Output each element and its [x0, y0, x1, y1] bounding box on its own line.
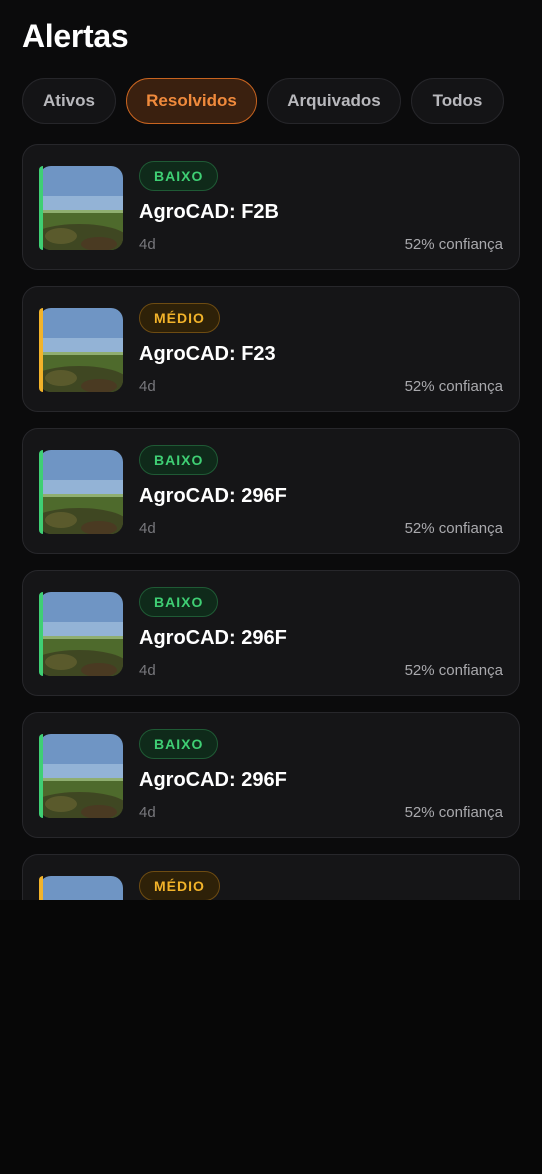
field-photo-icon	[39, 450, 123, 534]
field-photo-icon	[39, 592, 123, 676]
alert-card[interactable]: BAIXO AgroCAD: 296F 4d 52% confiança	[22, 428, 520, 554]
alert-thumbnail	[39, 166, 123, 250]
severity-accent-bar	[39, 734, 43, 818]
severity-accent-bar	[39, 876, 43, 900]
alert-thumbnail	[39, 734, 123, 818]
alert-age: 4d	[139, 662, 156, 679]
severity-badge: MÉDIO	[139, 871, 220, 900]
alert-age: 4d	[139, 520, 156, 537]
alert-title: AgroCAD: F2B	[139, 201, 279, 223]
tab-ativos[interactable]: Ativos	[22, 78, 116, 124]
tab-todos[interactable]: Todos	[411, 78, 504, 124]
alert-thumbnail	[39, 308, 123, 392]
severity-accent-bar	[39, 592, 43, 676]
tab-resolvidos[interactable]: Resolvidos	[126, 78, 257, 124]
alert-title: AgroCAD: 296F	[139, 485, 287, 507]
alert-thumbnail	[39, 592, 123, 676]
alert-confidence: 52% confiança	[404, 378, 503, 395]
filter-tabs: Ativos Resolvidos Arquivados Todos	[22, 78, 504, 124]
alert-list: BAIXO AgroCAD: F2B 4d 52% confiança MÉDI…	[22, 144, 520, 900]
alert-confidence: 52% confiança	[404, 520, 503, 537]
severity-badge: BAIXO	[139, 161, 219, 191]
alert-card[interactable]: MÉDIO AgroCAD: F23 4d 52% confiança	[22, 286, 520, 412]
field-photo-icon	[39, 308, 123, 392]
alert-age: 4d	[139, 378, 156, 395]
severity-badge: BAIXO	[139, 445, 219, 475]
severity-accent-bar	[39, 450, 43, 534]
alert-card[interactable]: BAIXO AgroCAD: 296F 4d 52% confiança	[22, 570, 520, 696]
severity-badge: BAIXO	[139, 587, 219, 617]
alert-card[interactable]: MÉDIO	[22, 854, 520, 900]
severity-accent-bar	[39, 166, 43, 250]
severity-accent-bar	[39, 308, 43, 392]
field-photo-icon	[39, 166, 123, 250]
app-screen: Alertas Ativos Resolvidos Arquivados Tod…	[0, 0, 542, 1174]
alert-title: AgroCAD: 296F	[139, 769, 287, 791]
alert-title: AgroCAD: 296F	[139, 627, 287, 649]
field-photo-icon	[39, 876, 123, 900]
alert-confidence: 52% confiança	[404, 236, 503, 253]
alert-confidence: 52% confiança	[404, 662, 503, 679]
alert-age: 4d	[139, 804, 156, 821]
alert-age: 4d	[139, 236, 156, 253]
alert-confidence: 52% confiança	[404, 804, 503, 821]
alert-card[interactable]: BAIXO AgroCAD: F2B 4d 52% confiança	[22, 144, 520, 270]
tab-arquivados[interactable]: Arquivados	[267, 78, 401, 124]
severity-badge: BAIXO	[139, 729, 219, 759]
alert-title: AgroCAD: F23	[139, 343, 276, 365]
alert-thumbnail	[39, 450, 123, 534]
page-title: Alertas	[22, 18, 129, 54]
alert-thumbnail	[39, 876, 123, 900]
field-photo-icon	[39, 734, 123, 818]
severity-badge: MÉDIO	[139, 303, 220, 333]
alerts-viewport: Alertas Ativos Resolvidos Arquivados Tod…	[0, 0, 542, 900]
alert-card[interactable]: BAIXO AgroCAD: 296F 4d 52% confiança	[22, 712, 520, 838]
